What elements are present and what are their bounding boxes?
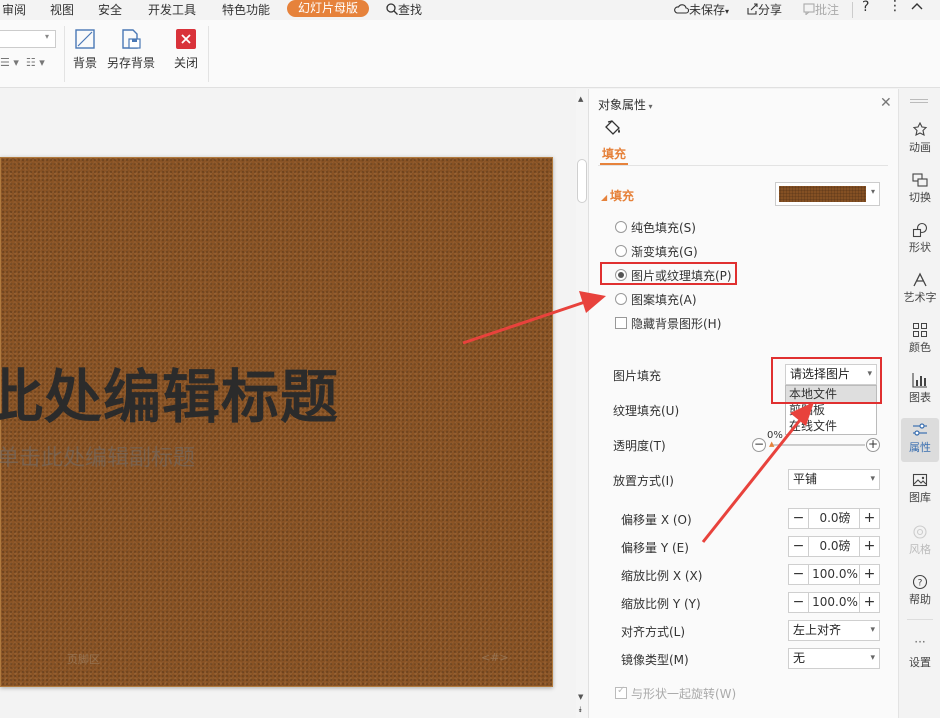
annotation-arrows [462,291,814,543]
arrow-head [790,402,814,426]
arrow-head [579,291,606,313]
